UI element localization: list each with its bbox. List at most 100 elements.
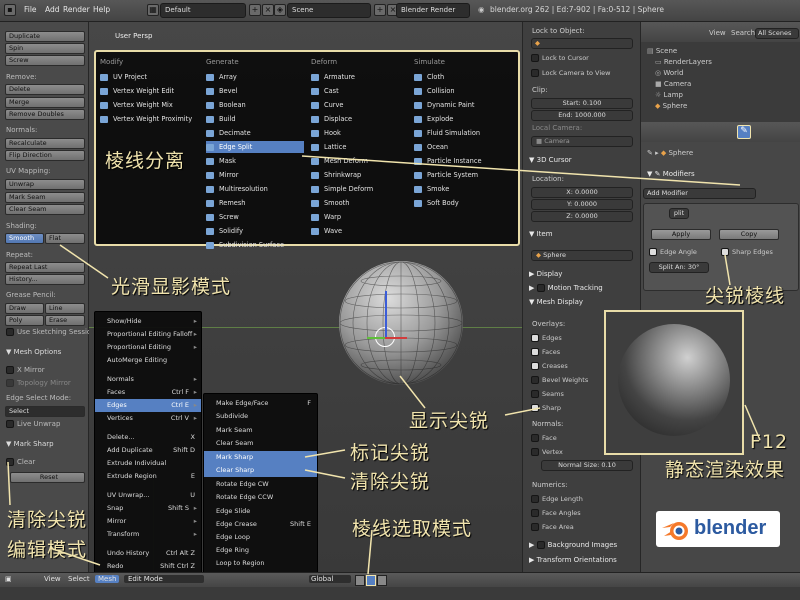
modifiers-header[interactable]: ▼ ✎ Modifiers	[647, 170, 695, 178]
editor-icon[interactable]: ▣	[5, 575, 12, 583]
mesh-menu-item-snap[interactable]: Snap Shift S ▸	[95, 502, 201, 515]
mark-sharp-panel-header[interactable]: ▼ Mark Sharp	[6, 440, 54, 448]
topology-mirror-checkbox[interactable]: Topology Mirror	[6, 379, 71, 387]
screen-layout-icon[interactable]: ▦	[147, 4, 159, 16]
menu-item-screw[interactable]: Screw	[206, 211, 302, 223]
lock-object-field[interactable]: ◆	[531, 38, 633, 49]
menu-mesh[interactable]: Mesh	[95, 575, 120, 583]
menu-item-smooth[interactable]: Smooth	[311, 197, 407, 209]
history-button[interactable]: History...	[5, 274, 85, 285]
motion-tracking-header[interactable]: ▶ Motion Tracking	[529, 284, 603, 292]
menu-item-decimate[interactable]: Decimate	[206, 127, 302, 139]
lock-camera-checkbox[interactable]: Lock Camera to View	[531, 69, 610, 77]
menu-item-displace[interactable]: Displace	[311, 113, 407, 125]
mesh-menu-item-proportional-editing-falloff[interactable]: Proportional Editing Falloff ▸	[95, 328, 201, 341]
menu-item-wave[interactable]: Wave	[311, 225, 407, 237]
apply-button[interactable]: Apply	[651, 229, 711, 240]
scene-field[interactable]: Scene	[287, 3, 371, 18]
menu-item-curve[interactable]: Curve	[311, 99, 407, 111]
mesh-menu-item-add-duplicate[interactable]: Add Duplicate Shift D	[95, 444, 201, 457]
flip-direction-button[interactable]: Flip Direction	[5, 150, 85, 161]
menu-item-cast[interactable]: Cast	[311, 85, 407, 97]
menu-item-lattice[interactable]: Lattice	[311, 141, 407, 153]
item-header[interactable]: ▼ Item	[529, 230, 553, 238]
transform-orientations-header[interactable]: ▶ Transform Orientations	[529, 556, 617, 564]
clip-start-field[interactable]: Start: 0.100	[531, 98, 633, 109]
overlay-seams-checkbox[interactable]: Seams	[531, 390, 564, 398]
edges-menu-item-make-edge-face[interactable]: Make Edge/Face F	[204, 397, 317, 410]
mesh-menu-item-undo-history[interactable]: Undo History Ctrl Alt Z	[95, 547, 201, 560]
edges-menu-item-rotate-edge-cw[interactable]: Rotate Edge CW	[204, 478, 317, 491]
edge-angle-checkbox[interactable]: Edge Angle	[649, 248, 697, 256]
flat-button[interactable]: Flat	[45, 233, 85, 244]
gizmo-y-axis[interactable]	[367, 337, 385, 339]
mesh-menu-item-vertices[interactable]: Vertices Ctrl V ▸	[95, 412, 201, 425]
vertex-normals-checkbox[interactable]: Vertex	[531, 448, 563, 456]
outliner-display-select[interactable]: All Scenes	[755, 28, 799, 39]
numeric-face-angles-checkbox[interactable]: Face Angles	[531, 509, 581, 517]
menu-item-particle-system[interactable]: Particle System	[414, 169, 510, 181]
mesh-menu-item-show-hide[interactable]: Show/Hide ▸	[95, 315, 201, 328]
menu-item-soft-body[interactable]: Soft Body	[414, 197, 510, 209]
menu-item-warp[interactable]: Warp	[311, 211, 407, 223]
overlay-bevel-weights-checkbox[interactable]: Bevel Weights	[531, 376, 588, 384]
split-angle-field[interactable]: Split An: 30°	[649, 262, 709, 273]
edges-menu-item-clear-seam[interactable]: Clear Seam	[204, 437, 317, 450]
x-mirror-checkbox[interactable]: X Mirror	[6, 366, 45, 374]
mesh-display-header[interactable]: ▼ Mesh Display	[529, 298, 583, 306]
normal-size-field[interactable]: Normal Size: 0.10	[541, 460, 633, 471]
outliner-item-renderlayers[interactable]: ▭ RenderLayers	[655, 58, 712, 66]
mesh-menu-item-extrude-individual[interactable]: Extrude Individual	[95, 457, 201, 470]
duplicate-button[interactable]: Duplicate	[5, 31, 85, 42]
mark-seam-button[interactable]: Mark Seam	[5, 192, 85, 203]
live-unwrap-checkbox[interactable]: Live Unwrap	[6, 420, 60, 428]
cursor-z-field[interactable]: Z: 0.0000	[531, 211, 633, 222]
mesh-menu-item-delete-[interactable]: Delete... X	[95, 431, 201, 444]
overlay-creases-checkbox[interactable]: Creases	[531, 362, 568, 370]
sphere-mesh[interactable]	[339, 261, 463, 385]
menu-select[interactable]: Select	[68, 575, 90, 583]
menu-item-multiresolution[interactable]: Multiresolution	[206, 183, 302, 195]
menu-item-vertex-weight-edit[interactable]: Vertex Weight Edit	[100, 85, 196, 97]
menu-item-subdivision-surface[interactable]: Subdivision Surface	[206, 239, 302, 251]
mesh-menu-item-uv-unwrap-[interactable]: UV Unwrap... U	[95, 489, 201, 502]
menu-item-vertex-weight-mix[interactable]: Vertex Weight Mix	[100, 99, 196, 111]
overlay-faces-checkbox[interactable]: Faces	[531, 348, 560, 356]
menu-item-mask[interactable]: Mask	[206, 155, 302, 167]
orientation-select[interactable]: Global	[309, 575, 351, 583]
menu-item-hook[interactable]: Hook	[311, 127, 407, 139]
gizmo-x-axis[interactable]	[385, 337, 407, 339]
edges-menu-item-edge-ring[interactable]: Edge Ring	[204, 544, 317, 557]
layout-field[interactable]: Default	[160, 3, 246, 18]
vertex-select-icon[interactable]	[355, 575, 365, 586]
mesh-menu-item-edges[interactable]: Edges Ctrl E ▸	[95, 399, 201, 412]
add-scene-icon[interactable]: +	[374, 4, 386, 16]
edge-select-mode-select[interactable]: Select	[5, 406, 85, 417]
menu-item-edge-split[interactable]: Edge Split	[206, 141, 304, 153]
edges-menu-item-rotate-edge-ccw[interactable]: Rotate Edge CCW	[204, 491, 317, 504]
menu-item-mirror[interactable]: Mirror	[206, 169, 302, 181]
repeat-last-button[interactable]: Repeat Last	[5, 262, 85, 273]
mesh-menu-item-proportional-editing[interactable]: Proportional Editing ▸	[95, 341, 201, 354]
overlay-edges-checkbox[interactable]: Edges	[531, 334, 562, 342]
add-modifier-button[interactable]: Add Modifier	[643, 188, 756, 199]
menu-item-particle-instance[interactable]: Particle Instance	[414, 155, 510, 167]
edges-menu-item-mark-sharp[interactable]: Mark Sharp	[204, 451, 317, 464]
gizmo-z-axis[interactable]	[385, 291, 387, 337]
menu-item-collision[interactable]: Collision	[414, 85, 510, 97]
mesh-menu-item-transform[interactable]: Transform ▸	[95, 528, 201, 541]
screw-button[interactable]: Screw	[5, 55, 85, 66]
recalculate-button[interactable]: Recalculate	[5, 138, 85, 149]
menu-item-remesh[interactable]: Remesh	[206, 197, 302, 209]
menu-item-boolean[interactable]: Boolean	[206, 99, 302, 111]
menu-item-shrinkwrap[interactable]: Shrinkwrap	[311, 169, 407, 181]
menu-item-mesh-deform[interactable]: Mesh Deform	[311, 155, 407, 167]
outliner-item-camera[interactable]: ■ Camera	[655, 80, 691, 88]
mesh-menu-item-faces[interactable]: Faces Ctrl F ▸	[95, 386, 201, 399]
line-button[interactable]: Line	[45, 303, 85, 314]
menu-item-build[interactable]: Build	[206, 113, 302, 125]
edges-menu-item-mark-seam[interactable]: Mark Seam	[204, 424, 317, 437]
overlay-sharp-checkbox[interactable]: Sharp	[531, 404, 561, 412]
spin-button[interactable]: Spin	[5, 43, 85, 54]
mesh-menu-item-normals[interactable]: Normals ▸	[95, 373, 201, 386]
